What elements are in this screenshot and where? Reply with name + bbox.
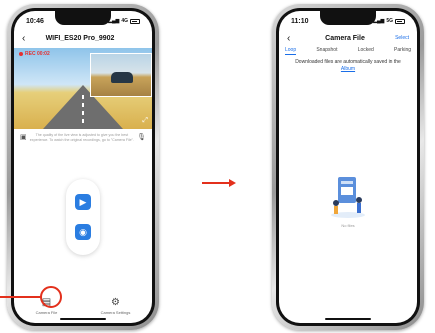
tab-parking[interactable]: Parking [394, 47, 411, 55]
snapshot-button[interactable]: ◉ [75, 224, 91, 240]
back-chevron-icon[interactable]: ‹ [22, 33, 36, 44]
battery-icon [130, 18, 140, 24]
record-dot-icon [19, 52, 23, 56]
tab-snapshot[interactable]: Snapshot [316, 47, 337, 55]
video-record-button[interactable]: ▶ [75, 194, 91, 210]
network-label: 5G [386, 18, 393, 24]
arrow-right-icon [229, 179, 236, 187]
empty-folder-illustration-icon [331, 177, 365, 218]
empty-state-text: No files [341, 223, 355, 228]
phone-notch [55, 11, 111, 25]
status-time: 10:46 [26, 17, 44, 25]
network-label: 4G [121, 18, 128, 24]
page-title: WIFI_ES20 Pro_9902 [45, 34, 115, 42]
video-camera-icon: ▶ [79, 196, 87, 207]
camera-settings-tab-label: Camera Settings [100, 310, 131, 315]
home-indicator [325, 318, 371, 320]
fullscreen-icon[interactable]: ⤢ [142, 117, 148, 125]
live-view-screen: 10:46 ▂▄▆ 4G ‹ WIFI_ES20 Pro_9902 REC 00… [14, 11, 152, 323]
camera-file-screen: 11:10 ▂▄▆ 5G ‹ Camera File Select Loop S… [279, 11, 417, 323]
download-notice: Downloaded files are automatically saved… [289, 59, 407, 72]
gear-icon: ⚙ [111, 297, 120, 308]
recording-label: REC 00:02 [25, 51, 50, 57]
quality-hint-text: The quality of the live view is adjusted… [29, 133, 134, 142]
download-notice-text: Downloaded files are automatically saved… [295, 59, 401, 65]
nav-bar: ‹ WIFI_ES20 Pro_9902 [14, 31, 152, 45]
nav-bar: ‹ Camera File Select [279, 31, 417, 45]
microphone-icon[interactable]: 🎙 [137, 133, 146, 141]
rear-camera-pip[interactable] [90, 53, 152, 97]
right-phone-frame: 11:10 ▂▄▆ 5G ‹ Camera File Select Loop S… [272, 4, 424, 330]
quality-hint-row: ▣ The quality of the live view is adjust… [20, 133, 146, 143]
live-video-feed[interactable]: REC 00:02 ⤢ [14, 48, 152, 129]
phone-notch [320, 11, 376, 25]
select-button[interactable]: Select [389, 35, 409, 41]
transition-arrow [202, 179, 236, 187]
car-shape [111, 72, 133, 83]
home-indicator [60, 318, 106, 320]
file-category-tabs: Loop Snapshot Locked Parking [285, 47, 411, 55]
left-phone-frame: 10:46 ▂▄▆ 4G ‹ WIFI_ES20 Pro_9902 REC 00… [7, 4, 159, 330]
empty-state: No files [328, 173, 368, 228]
tab-loop[interactable]: Loop [285, 47, 297, 55]
tab-locked[interactable]: Locked [358, 47, 374, 55]
camera-settings-tab[interactable]: ⚙ Camera Settings [100, 297, 131, 316]
camera-controls: ▶ ◉ [66, 179, 100, 255]
battery-icon [395, 18, 405, 24]
callout-line [0, 296, 41, 298]
camera-icon: ◉ [79, 226, 87, 237]
gallery-icon[interactable]: ▣ [20, 133, 27, 141]
bottom-tab-bar: ▤ Camera File ⚙ Camera Settings [14, 287, 152, 316]
camera-file-tab-label: Camera File [35, 310, 58, 315]
page-title: Camera File [325, 34, 365, 42]
back-chevron-icon[interactable]: ‹ [287, 33, 301, 44]
album-link[interactable]: Album [341, 66, 355, 72]
road-lane-marking [82, 95, 84, 125]
camera-file-highlight-circle [40, 286, 62, 308]
recording-indicator: REC 00:02 [19, 51, 50, 57]
status-time: 11:10 [291, 17, 309, 25]
